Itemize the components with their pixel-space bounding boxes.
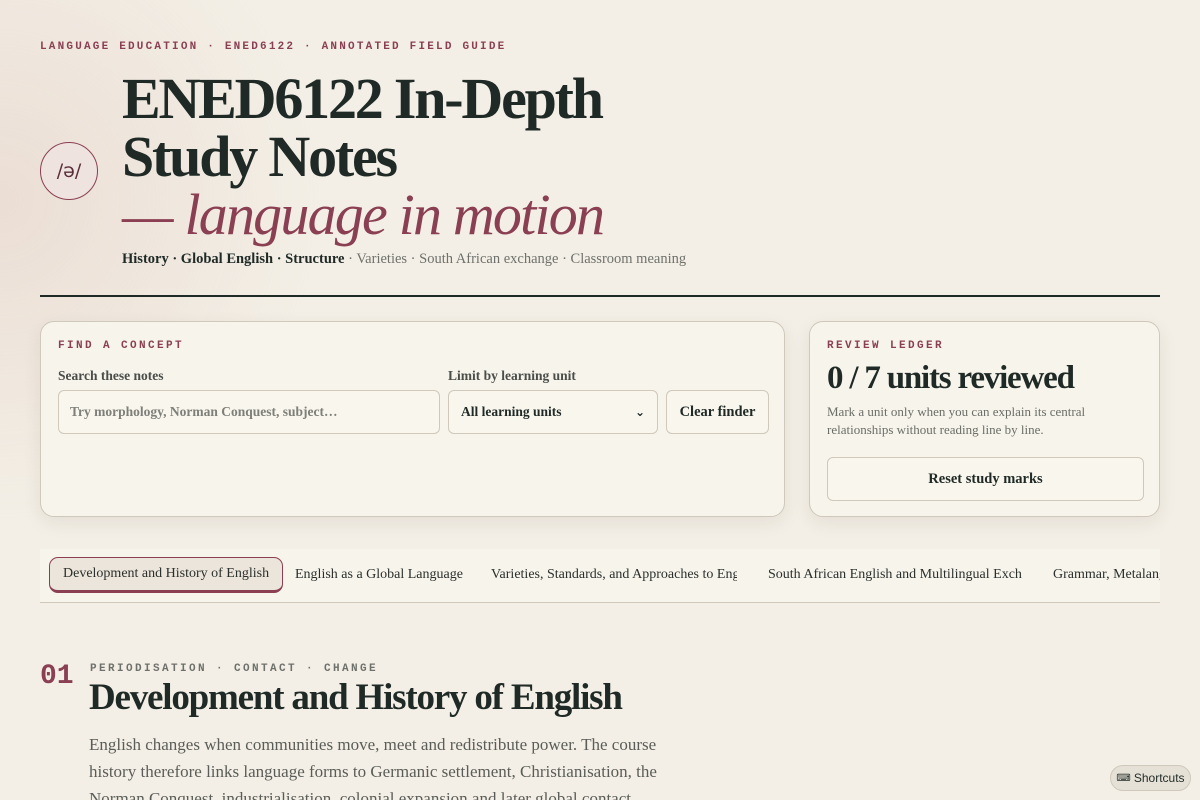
title-accent: — language in motion xyxy=(122,182,605,247)
search-label: Search these notes xyxy=(58,368,164,383)
section-body: English changes when communities move, m… xyxy=(89,735,657,800)
unit-filter-select[interactable]: All learning units ⌄ xyxy=(448,390,658,434)
clear-finder-button[interactable]: Clear finder xyxy=(666,390,769,434)
section-number: 01 xyxy=(40,661,74,692)
chevron-down-icon: ⌄ xyxy=(634,405,645,419)
topic-summary-secondary: · Varieties · South African exchange · C… xyxy=(344,251,687,267)
shortcuts-label: Shortcuts xyxy=(1133,771,1185,785)
tab-development-history[interactable]: Development and History of English xyxy=(49,557,284,593)
section-tag: PERIODISATION · CONTACT · CHANGE xyxy=(90,663,379,675)
ledger-heading: REVIEW LEDGER xyxy=(827,340,945,352)
page-title: ENED6122 In-Depth Study Notes — language… xyxy=(122,70,682,244)
unit-filter-value: All learning units xyxy=(461,404,562,419)
unit-filter-label: Limit by learning unit xyxy=(448,368,576,383)
keyboard-icon: ⌨ xyxy=(1116,772,1131,784)
phoneme-badge-icon: /ə/ xyxy=(40,142,98,200)
finder-heading: FIND A CONCEPT xyxy=(58,340,185,352)
shortcuts-button[interactable]: ⌨ Shortcuts xyxy=(1110,765,1191,791)
section-title: Development and History of English xyxy=(89,677,623,718)
tab-south-african-english[interactable]: South African English and Multilingual E… xyxy=(768,557,1022,593)
topic-summary: History · Global English · Structure · V… xyxy=(122,251,686,268)
topic-summary-primary: History · Global English · Structure xyxy=(122,251,345,267)
tab-grammar-metalanguage[interactable]: Grammar, Metalang xyxy=(1053,557,1160,593)
title-main: ENED6122 In-Depth Study Notes xyxy=(122,66,604,189)
concept-finder-card: FIND A CONCEPT Search these notes Limit … xyxy=(40,321,785,517)
review-count: 0 / 7 units reviewed xyxy=(827,360,1075,396)
review-ledger-card: REVIEW LEDGER 0 / 7 units reviewed Mark … xyxy=(809,321,1160,517)
tab-global-language[interactable]: English as a Global Language xyxy=(295,557,463,593)
badge-text: /ə/ xyxy=(56,160,82,182)
ledger-description: Mark a unit only when you can explain it… xyxy=(827,404,1086,437)
search-input[interactable] xyxy=(58,390,440,434)
page-eyebrow: LANGUAGE EDUCATION · ENED6122 · ANNOTATE… xyxy=(40,41,507,53)
reset-study-marks-button[interactable]: Reset study marks xyxy=(827,457,1144,501)
unit-tabs: Development and History of English Engli… xyxy=(40,549,1160,603)
tab-varieties-standards[interactable]: Varieties, Standards, and Approaches to … xyxy=(491,557,737,593)
header-divider xyxy=(40,295,1160,297)
